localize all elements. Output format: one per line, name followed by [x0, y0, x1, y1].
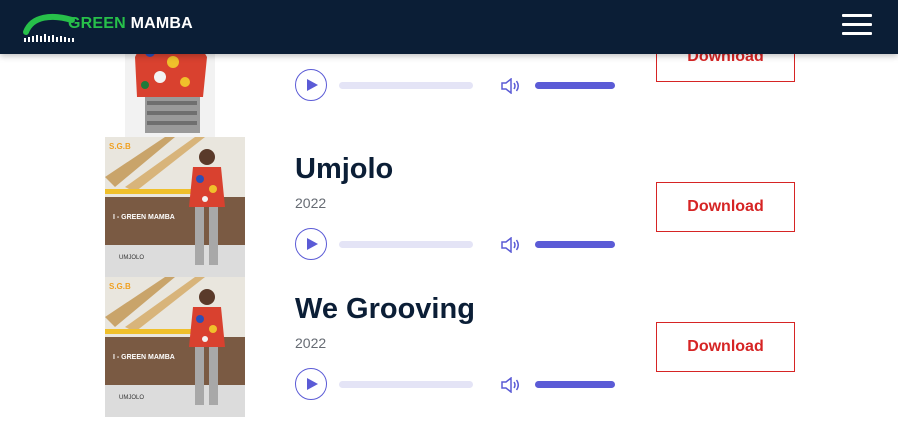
download-button[interactable]: Download [656, 322, 795, 372]
audio-player [295, 368, 625, 402]
volume-icon[interactable] [501, 78, 521, 94]
logo-text-white: MAMBA [130, 15, 193, 32]
play-button[interactable] [295, 368, 327, 400]
volume-slider[interactable] [535, 82, 615, 89]
cover-artist: I - GREEN MAMBA [113, 214, 175, 221]
volume-slider[interactable] [535, 381, 615, 388]
track-year: 2022 [295, 195, 327, 211]
progress-bar[interactable] [339, 381, 473, 388]
progress-bar[interactable] [339, 82, 473, 89]
album-cover-image: S.G.B I - GREEN MAMBA UMJOLO [105, 277, 245, 417]
logo-text-green: GREEN [68, 15, 126, 32]
play-icon [307, 378, 318, 390]
volume-icon[interactable] [501, 377, 521, 393]
track-item: S.G.B I - GREEN MAMBA UMJOLO Umjolo 2022… [0, 137, 898, 277]
album-cover-image: S.G.B I - GREEN MAMBA UMJOLO [105, 137, 245, 277]
play-icon [307, 238, 318, 250]
logo-text: GREEN MAMBA [68, 15, 193, 33]
site-logo[interactable]: GREEN MAMBA [22, 10, 193, 46]
volume-slider[interactable] [535, 241, 615, 248]
play-button[interactable] [295, 228, 327, 260]
progress-bar[interactable] [339, 241, 473, 248]
cover-caption: UMJOLO [119, 395, 144, 401]
volume-icon[interactable] [501, 237, 521, 253]
track-item: S.G.B I - GREEN MAMBA UMJOLO We Grooving… [0, 277, 898, 417]
track-year: 2022 [295, 335, 327, 351]
hamburger-menu-icon[interactable] [842, 14, 872, 36]
track-title: We Grooving [295, 293, 475, 325]
cover-caption: UMJOLO [119, 255, 144, 261]
track-title: Umjolo [295, 153, 394, 185]
audio-player [295, 228, 625, 262]
cover-tag: S.G.B [109, 282, 131, 291]
audio-player [295, 69, 625, 103]
cover-tag: S.G.B [109, 142, 131, 151]
play-icon [307, 79, 318, 91]
cover-artist: I - GREEN MAMBA [113, 354, 175, 361]
play-button[interactable] [295, 69, 327, 101]
download-button[interactable]: Download [656, 182, 795, 232]
top-navbar: GREEN MAMBA [0, 0, 898, 54]
